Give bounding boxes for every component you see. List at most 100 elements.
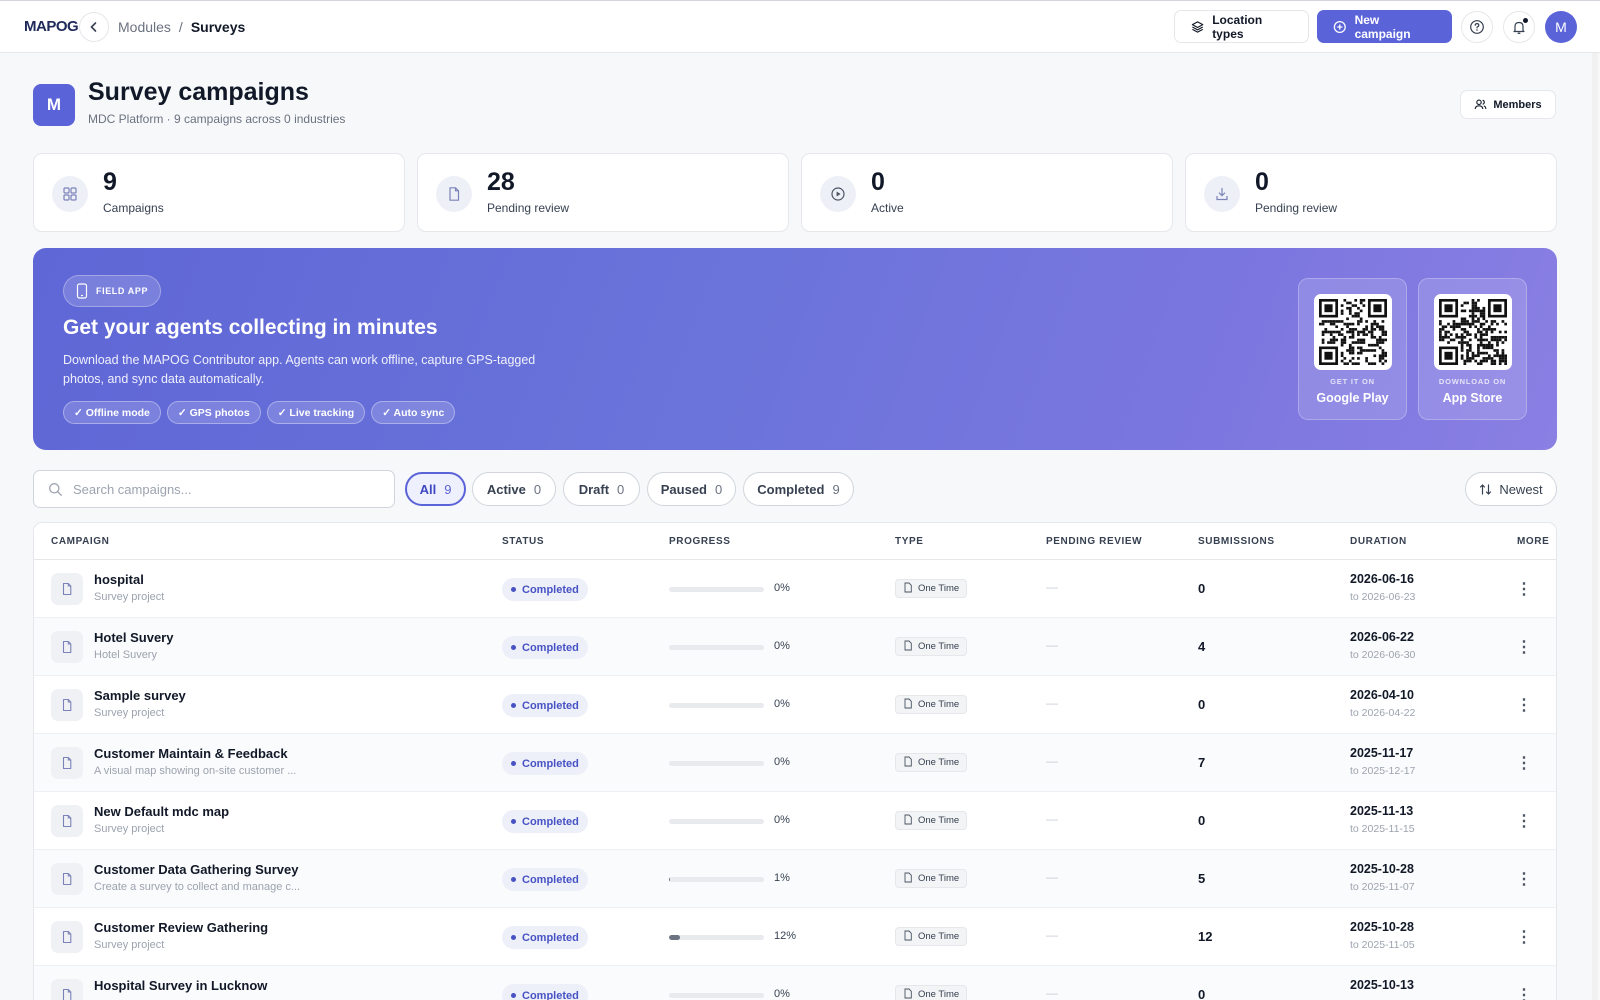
column-header-pending-review[interactable]: PENDING REVIEW	[1046, 536, 1142, 547]
status-label: Completed	[522, 989, 579, 1000]
status-dot	[511, 587, 516, 592]
campaign-description: Survey project	[94, 939, 165, 951]
chevron-left-icon	[90, 22, 97, 32]
stat-value: 9	[103, 168, 117, 196]
column-header-submissions[interactable]: SUBMISSIONS	[1198, 536, 1275, 547]
more-options-icon[interactable]: ⋮	[1512, 925, 1536, 949]
table-row[interactable]: Customer Data Gathering Survey Create a s…	[34, 850, 1556, 908]
back-button[interactable]	[79, 12, 109, 42]
sort-button[interactable]: Newest	[1465, 472, 1557, 506]
status-badge: Completed	[502, 578, 588, 601]
filter-chip-draft[interactable]: Draft 0	[563, 472, 640, 506]
status-badge: Completed	[502, 984, 588, 1000]
type-file-icon	[903, 930, 913, 944]
page-subtitle: MDC Platform · 9 campaigns across 0 indu…	[88, 112, 346, 126]
column-header-progress[interactable]: PROGRESS	[669, 536, 730, 547]
app-logo[interactable]: MAPOG	[24, 18, 79, 35]
column-header-status[interactable]: STATUS	[502, 536, 544, 547]
phone-icon	[76, 283, 88, 299]
filter-chip-active[interactable]: Active 0	[472, 472, 556, 506]
submissions-count: 0	[1198, 581, 1206, 596]
breadcrumb-modules[interactable]: Modules	[118, 19, 171, 35]
duration-end: to 2026-04-22	[1350, 707, 1416, 719]
store-name: Google Play	[1316, 391, 1389, 405]
app-store-card[interactable]: DOWNLOAD ON App Store	[1418, 278, 1527, 420]
status-label: Completed	[522, 641, 579, 654]
filter-chip-paused[interactable]: Paused 0	[647, 472, 736, 506]
more-options-icon[interactable]: ⋮	[1512, 809, 1536, 833]
filter-chip-label: Paused	[660, 481, 707, 497]
help-button[interactable]	[1461, 11, 1493, 43]
progress-bar	[669, 819, 764, 824]
search-box[interactable]	[33, 470, 395, 508]
progress-text: 0%	[774, 814, 790, 826]
search-input[interactable]	[73, 481, 373, 497]
type-file-icon	[903, 756, 913, 770]
campaign-name[interactable]: Customer Maintain & Feedback	[94, 746, 288, 761]
status-label: Completed	[522, 873, 579, 886]
table-row[interactable]: Hospital Survey in Lucknow Completed 0% One…	[34, 966, 1556, 1000]
file-icon	[51, 863, 83, 895]
members-button[interactable]: Members	[1460, 90, 1556, 119]
campaign-name[interactable]: Sample survey	[94, 688, 186, 703]
more-options-icon[interactable]: ⋮	[1512, 751, 1536, 775]
filter-chip-count: 9	[832, 481, 840, 497]
status-badge: Completed	[502, 926, 588, 949]
campaign-name[interactable]: Customer Data Gathering Survey	[94, 862, 298, 877]
table-row[interactable]: New Default mdc map Survey project Complet…	[34, 792, 1556, 850]
progress-text: 0%	[774, 698, 790, 710]
submissions-count: 0	[1198, 697, 1206, 712]
feature-list: ✓ Offline mode ✓ GPS photos ✓ Live track…	[63, 401, 456, 424]
type-file-icon	[903, 814, 913, 828]
filter-chip-label: Draft	[578, 481, 610, 497]
table-row[interactable]: Customer Review Gathering Survey project C…	[34, 908, 1556, 966]
status-label: Completed	[522, 931, 579, 944]
column-header-type[interactable]: TYPE	[895, 536, 924, 547]
column-header-campaign[interactable]: CAMPAIGN	[51, 536, 110, 547]
type-file-icon	[903, 872, 913, 886]
file-icon	[51, 747, 83, 779]
new-campaign-button[interactable]: New campaign	[1317, 10, 1452, 43]
progress-text: 0%	[774, 582, 790, 594]
user-avatar[interactable]: M	[1545, 11, 1577, 43]
progress-text: 0%	[774, 640, 790, 652]
more-options-icon[interactable]: ⋮	[1512, 577, 1536, 601]
submissions-count: 0	[1198, 987, 1206, 1000]
campaign-name[interactable]: Customer Review Gathering	[94, 920, 268, 935]
type-badge: One Time	[895, 695, 968, 714]
filter-chip-all[interactable]: All 9	[405, 472, 466, 506]
campaign-name[interactable]: Hospital Survey in Lucknow	[94, 978, 267, 993]
more-options-icon[interactable]: ⋮	[1512, 983, 1536, 1000]
column-header-duration[interactable]: DURATION	[1350, 536, 1407, 547]
type-label: One Time	[918, 583, 960, 594]
progress-bar	[669, 877, 764, 882]
file-icon	[51, 921, 83, 953]
filter-chip-completed[interactable]: Completed 9	[743, 472, 854, 506]
users-icon	[1474, 99, 1487, 110]
page-scrollbar[interactable]	[1592, 53, 1598, 1000]
submissions-count: 5	[1198, 871, 1206, 886]
location-types-button[interactable]: Location types	[1174, 10, 1309, 43]
type-badge: One Time	[895, 927, 968, 946]
campaign-name[interactable]: Hotel Suvery	[94, 630, 173, 645]
more-options-icon[interactable]: ⋮	[1512, 867, 1536, 891]
store-name: App Store	[1442, 391, 1503, 405]
help-icon	[1470, 20, 1484, 34]
table-row[interactable]: Hotel Suvery Hotel Suvery Completed 0% One T…	[34, 618, 1556, 676]
store-caption: DOWNLOAD ON	[1438, 377, 1507, 386]
grid-icon	[52, 176, 88, 212]
table-row[interactable]: Customer Maintain & Feedback A visual map…	[34, 734, 1556, 792]
google-play-card[interactable]: GET IT ON Google Play	[1298, 278, 1407, 420]
more-options-icon[interactable]: ⋮	[1512, 635, 1536, 659]
type-badge: One Time	[895, 811, 968, 830]
campaign-name[interactable]: hospital	[94, 572, 144, 587]
sort-icon	[1480, 483, 1492, 495]
field-app-pill-label: FIELD APP	[96, 286, 149, 296]
more-options-icon[interactable]: ⋮	[1512, 693, 1536, 717]
table-row[interactable]: hospital Survey project Completed 0% One Tim…	[34, 560, 1556, 618]
campaign-name[interactable]: New Default mdc map	[94, 804, 229, 819]
notifications-button[interactable]	[1503, 11, 1535, 43]
type-file-icon	[903, 698, 913, 712]
table-row[interactable]: Sample survey Survey project Completed 0% On…	[34, 676, 1556, 734]
campaign-description: Create a survey to collect and manage c.…	[94, 881, 301, 893]
